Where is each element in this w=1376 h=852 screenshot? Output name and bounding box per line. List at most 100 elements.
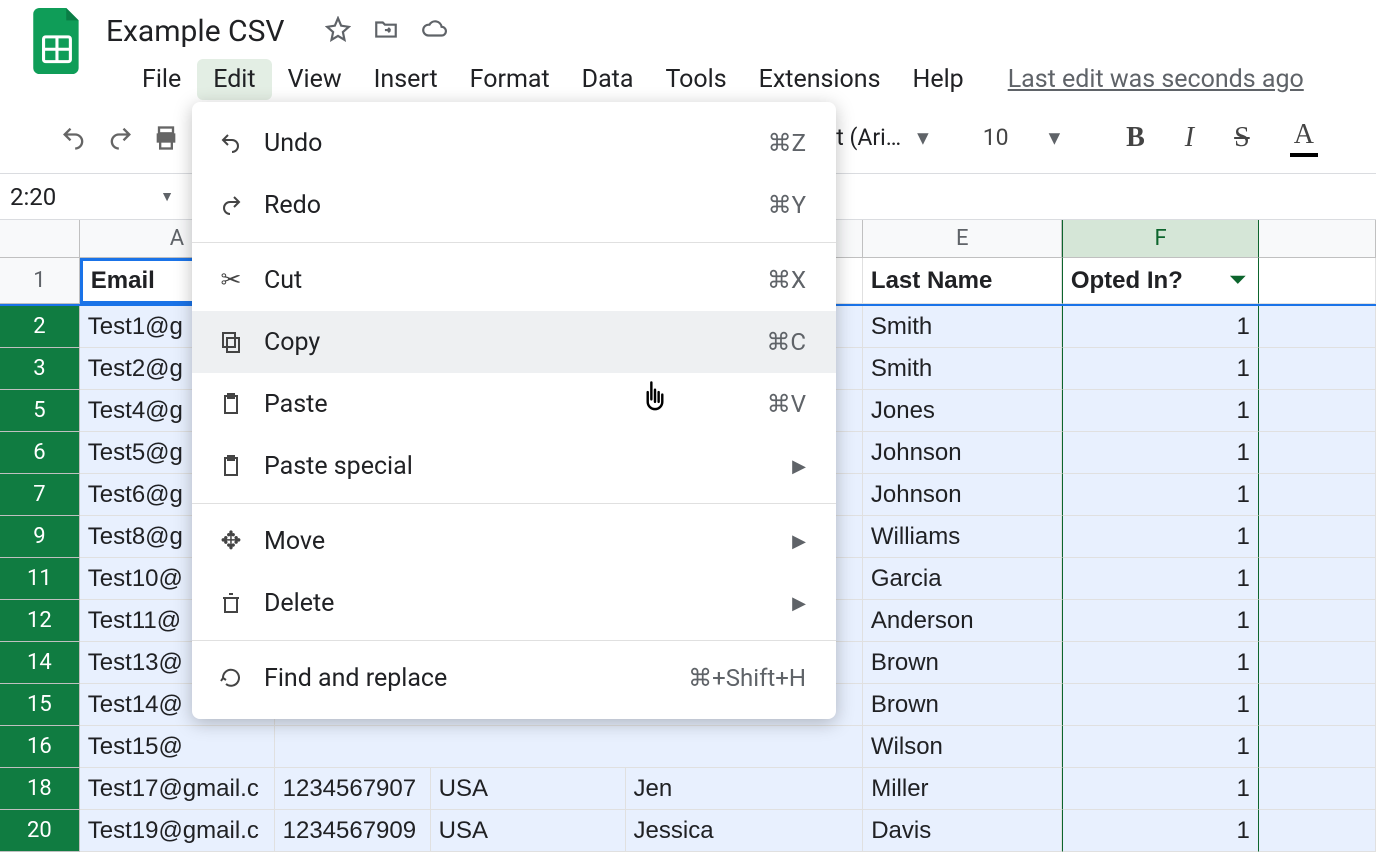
cell[interactable]: Jessica — [626, 810, 864, 852]
sheets-logo[interactable] — [30, 5, 86, 77]
cell-G1[interactable] — [1259, 258, 1376, 304]
cell[interactable]: Jones — [863, 390, 1062, 432]
print-icon[interactable] — [152, 124, 180, 152]
filter-icon[interactable]: ⏷ — [1230, 269, 1246, 292]
row-number[interactable]: 16 — [0, 726, 80, 768]
menu-tools[interactable]: Tools — [649, 59, 742, 100]
row-number[interactable]: 2 — [0, 306, 80, 348]
strikethrough-button[interactable]: S — [1234, 122, 1250, 154]
star-icon[interactable] — [325, 16, 351, 46]
cell[interactable]: Wilson — [863, 726, 1062, 768]
cell-E1[interactable]: Last Name — [863, 258, 1062, 304]
cell[interactable] — [1259, 558, 1376, 600]
row-number[interactable]: 3 — [0, 348, 80, 390]
cell[interactable] — [1259, 768, 1376, 810]
menu-extensions[interactable]: Extensions — [743, 59, 897, 100]
cloud-status-icon[interactable] — [421, 16, 447, 46]
cell[interactable]: USA — [431, 810, 626, 852]
cell[interactable]: 1 — [1062, 558, 1259, 600]
row-number[interactable]: 14 — [0, 642, 80, 684]
menu-format[interactable]: Format — [454, 59, 566, 100]
cell[interactable]: 1 — [1062, 768, 1259, 810]
cell[interactable]: Smith — [863, 348, 1062, 390]
cell[interactable] — [1259, 474, 1376, 516]
cell[interactable]: Test15@ — [80, 726, 275, 768]
text-color-button[interactable]: A — [1290, 119, 1318, 157]
last-edit-link[interactable]: Last edit was seconds ago — [1008, 65, 1304, 94]
redo-icon[interactable] — [106, 124, 134, 152]
cell[interactable] — [1259, 348, 1376, 390]
cell[interactable]: Smith — [863, 306, 1062, 348]
col-header-G[interactable] — [1259, 220, 1376, 258]
menu-view[interactable]: View — [272, 59, 358, 100]
cell[interactable]: Davis — [863, 810, 1062, 852]
menu-item-move[interactable]: ✥ Move ▶ — [192, 510, 836, 572]
menu-insert[interactable]: Insert — [358, 59, 454, 100]
cell[interactable] — [1259, 726, 1376, 768]
cell[interactable]: 1234567909 — [275, 810, 431, 852]
row-number[interactable]: 15 — [0, 684, 80, 726]
cell[interactable]: Anderson — [863, 600, 1062, 642]
row-number[interactable]: 18 — [0, 768, 80, 810]
cell[interactable] — [1259, 684, 1376, 726]
menu-item-paste[interactable]: Paste ⌘V — [192, 373, 836, 435]
cell[interactable] — [1259, 810, 1376, 852]
row-number[interactable]: 11 — [0, 558, 80, 600]
cell[interactable]: 1 — [1062, 348, 1259, 390]
cell[interactable] — [1259, 600, 1376, 642]
menu-item-undo[interactable]: Undo ⌘Z — [192, 112, 836, 174]
row-number[interactable]: 9 — [0, 516, 80, 558]
menu-item-find-replace[interactable]: Find and replace ⌘+Shift+H — [192, 647, 836, 709]
cell[interactable] — [1259, 516, 1376, 558]
select-all-corner[interactable] — [0, 220, 80, 258]
cell[interactable]: Test19@gmail.c — [80, 810, 275, 852]
font-size-select[interactable]: 10 ▾ — [983, 124, 1060, 151]
italic-button[interactable]: I — [1185, 122, 1194, 154]
cell[interactable]: 1 — [1062, 600, 1259, 642]
menu-item-paste-special[interactable]: Paste special ▶ — [192, 435, 836, 497]
col-header-F[interactable]: F — [1062, 220, 1259, 258]
cell[interactable]: Test17@gmail.c — [80, 768, 275, 810]
undo-icon[interactable] — [60, 124, 88, 152]
cell[interactable] — [1259, 390, 1376, 432]
row-number[interactable]: 6 — [0, 432, 80, 474]
row-number[interactable]: 12 — [0, 600, 80, 642]
cell[interactable]: 1 — [1062, 390, 1259, 432]
row-number[interactable]: 1 — [0, 258, 80, 304]
document-title[interactable]: Example CSV — [106, 14, 285, 49]
menu-item-cut[interactable]: ✂ Cut ⌘X — [192, 249, 836, 311]
cell[interactable]: 1 — [1062, 474, 1259, 516]
cell[interactable]: 1 — [1062, 810, 1259, 852]
col-header-E[interactable]: E — [863, 220, 1062, 258]
cell[interactable]: USA — [431, 768, 626, 810]
cell[interactable]: Brown — [863, 684, 1062, 726]
menu-file[interactable]: File — [126, 59, 197, 100]
cell[interactable] — [1259, 432, 1376, 474]
cell[interactable] — [275, 726, 863, 768]
row-number[interactable]: 5 — [0, 390, 80, 432]
menu-item-delete[interactable]: Delete ▶ — [192, 572, 836, 634]
cell[interactable]: 1 — [1062, 432, 1259, 474]
cell[interactable]: Miller — [863, 768, 1062, 810]
menu-data[interactable]: Data — [566, 59, 650, 100]
cell[interactable]: Williams — [863, 516, 1062, 558]
cell[interactable]: 1 — [1062, 642, 1259, 684]
cell[interactable]: Johnson — [863, 432, 1062, 474]
move-to-folder-icon[interactable] — [373, 16, 399, 46]
row-number[interactable]: 7 — [0, 474, 80, 516]
cell[interactable]: 1 — [1062, 306, 1259, 348]
cell[interactable]: 1 — [1062, 516, 1259, 558]
row-number[interactable]: 20 — [0, 810, 80, 852]
menu-item-copy[interactable]: Copy ⌘C — [192, 311, 836, 373]
cell-F1[interactable]: Opted In? ⏷ — [1062, 258, 1259, 304]
cell[interactable]: Johnson — [863, 474, 1062, 516]
menu-help[interactable]: Help — [896, 59, 979, 100]
cell[interactable]: 1234567907 — [275, 768, 431, 810]
cell[interactable]: Jen — [626, 768, 864, 810]
menu-item-redo[interactable]: Redo ⌘Y — [192, 174, 836, 236]
cell[interactable]: 1 — [1062, 726, 1259, 768]
cell[interactable] — [1259, 642, 1376, 684]
cell[interactable]: 1 — [1062, 684, 1259, 726]
bold-button[interactable]: B — [1126, 122, 1145, 154]
name-box[interactable]: 2:20 ▼ — [0, 174, 184, 219]
